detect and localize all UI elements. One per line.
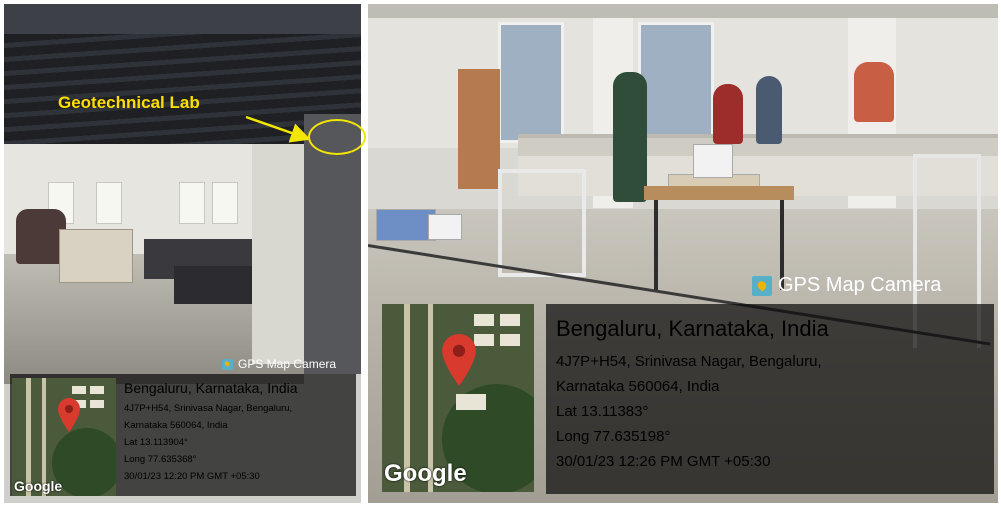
annotation-ellipse (308, 119, 366, 155)
location-pin-icon (442, 334, 476, 386)
location-pin-icon (58, 398, 80, 432)
address-line: 4J7P+H54, Srinivasa Nagar, Bengaluru, (556, 353, 822, 370)
building (500, 334, 520, 346)
latitude: Lat 13.11383° (556, 403, 649, 420)
building (90, 400, 104, 408)
google-logo: Google (384, 460, 467, 487)
map-thumbnail: Google (12, 378, 116, 496)
gps-camera-title: GPS Map Camera (752, 274, 941, 297)
map-thumbnail: Google (382, 304, 534, 492)
latitude: Lat 13.113904° (124, 437, 188, 448)
building (474, 314, 494, 326)
building (474, 334, 494, 346)
longitude: Long 77.635198° (556, 428, 671, 445)
google-logo: Google (14, 478, 63, 494)
timestamp: 30/01/23 12:26 PM GMT +05:30 (556, 453, 771, 470)
address-line: Karnataka 560064, India (124, 420, 228, 431)
gps-info: Bengaluru, Karnataka, India 4J7P+H54, Sr… (124, 380, 298, 485)
location-city: Bengaluru, Karnataka, India (124, 380, 298, 396)
building (90, 386, 104, 394)
building (500, 314, 520, 326)
map-camera-icon (752, 275, 772, 296)
building (456, 394, 486, 410)
location-city: Bengaluru, Karnataka, India (556, 316, 829, 341)
address-line: Karnataka 560064, India (556, 378, 720, 395)
gps-title-text: GPS Map Camera (238, 357, 337, 371)
timestamp: 30/01/23 12:20 PM GMT +05:30 (124, 471, 260, 482)
building (72, 386, 86, 394)
gps-title-text: GPS Map Camera (778, 274, 942, 296)
gps-camera-title: GPS Map Camera (222, 357, 336, 371)
map-camera-icon (222, 358, 233, 370)
gps-info: Bengaluru, Karnataka, India 4J7P+H54, Sr… (556, 316, 829, 474)
longitude: Long 77.635368° (124, 454, 197, 465)
address-line: 4J7P+H54, Srinivasa Nagar, Bengaluru, (124, 403, 293, 414)
